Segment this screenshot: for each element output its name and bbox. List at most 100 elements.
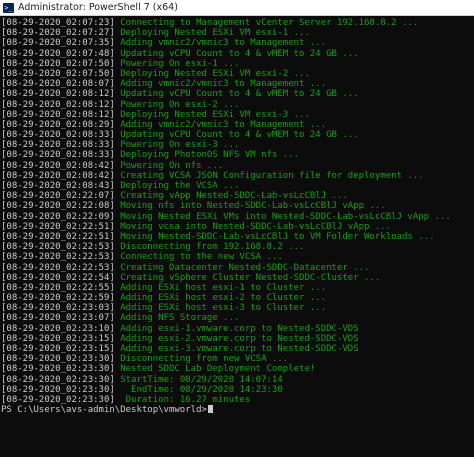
log-message: Adding vmnic2/vmnic3 to Management ... <box>120 79 327 90</box>
log-timestamp: [08-29-2020_02:23:15] <box>1 344 115 354</box>
log-timestamp: [08-29-2020_02:22:08] <box>1 201 115 212</box>
log-line: [08-29-2020_02:08:12] Powering On esxi-2… <box>1 100 474 110</box>
log-message: Powering On esxi-3 ... <box>120 140 240 151</box>
log-message: Disconnecting from new VCSA ... <box>120 354 289 365</box>
log-message: Updating vCPU Count to 4 & vMEM to 24 GB… <box>120 48 359 59</box>
log-message: Moving Nested-SDDC-Lab-vsLcCBlJ to VM Fo… <box>120 231 435 242</box>
log-timestamp: [08-29-2020_02:07:23] <box>1 18 115 28</box>
log-timestamp: [08-29-2020_02:23:15] <box>1 333 115 344</box>
log-timestamp: [08-29-2020_02:07:50] <box>1 58 115 69</box>
log-line: [08-29-2020_02:22:55] Adding ESXi host e… <box>1 283 474 293</box>
log-line: [08-29-2020_02:08:33] Deploying PhotonOS… <box>1 150 474 160</box>
log-message: Adding esxi-2.vmware.corp to Nested-SDDC… <box>120 333 359 344</box>
log-timestamp: [08-29-2020_02:23:30] <box>1 374 115 385</box>
log-message: Adding vmnic2/vmnic3 to Management ... <box>120 38 327 49</box>
log-timestamp: [08-29-2020_02:23:30] <box>1 384 115 395</box>
log-line: [08-29-2020_02:22:08] Moving nfs into Ne… <box>1 201 474 211</box>
log-timestamp: [08-29-2020_02:08:12] <box>1 89 115 100</box>
log-timestamp: [08-29-2020_02:22:53] <box>1 262 115 273</box>
log-timestamp: [08-29-2020_02:22:53] <box>1 242 115 253</box>
log-line: [08-29-2020_02:08:43] Deploying the VCSA… <box>1 181 474 191</box>
log-message: Deploying the VCSA ... <box>120 181 240 191</box>
log-timestamp: [08-29-2020_02:08:29] <box>1 119 115 130</box>
log-line: [08-29-2020_02:23:30] StartTime: 08/29/2… <box>1 375 474 385</box>
log-timestamp: [08-29-2020_02:22:53] <box>1 252 115 263</box>
log-message: Moving Nested ESXi VMs into Nested-SDDC-… <box>120 211 451 222</box>
log-line: [08-29-2020_02:22:09] Moving Nested ESXi… <box>1 212 474 222</box>
log-timestamp: [08-29-2020_02:08:43] <box>1 181 115 191</box>
log-message: Adding esxi-3.vmware.corp to Nested-SDDC… <box>120 344 359 354</box>
log-timestamp: [08-29-2020_02:22:59] <box>1 293 115 304</box>
powershell-icon: >_ <box>3 2 14 13</box>
log-message: StartTime: 08/29/2020 14:07:14 <box>120 374 283 385</box>
log-timestamp: [08-29-2020_02:07:48] <box>1 48 115 59</box>
command-prompt: PS C:\Users\avs-admin\Desktop\vmworld> <box>1 405 207 416</box>
log-timestamp: [08-29-2020_02:23:10] <box>1 323 115 334</box>
log-message: Connecting to Management vCenter Server … <box>120 18 419 28</box>
log-line: [08-29-2020_02:08:42] Creating VCSA JSON… <box>1 171 474 181</box>
log-line: [08-29-2020_02:22:59] Adding ESXi host e… <box>1 293 474 303</box>
log-timestamp: [08-29-2020_02:23:03] <box>1 303 115 314</box>
log-line: [08-29-2020_02:07:23] Connecting to Mana… <box>1 18 474 28</box>
log-timestamp: [08-29-2020_02:07:27] <box>1 28 115 39</box>
log-timestamp: [08-29-2020_02:08:42] <box>1 170 115 181</box>
log-timestamp: [08-29-2020_02:22:07] <box>1 191 115 202</box>
log-message: Creating Datacenter Nested-SDDC-Datacent… <box>120 262 370 273</box>
log-message: Disconnecting from 192.168.8.2 ... <box>120 242 305 253</box>
prompt-line[interactable]: PS C:\Users\avs-admin\Desktop\vmworld> <box>1 405 474 415</box>
log-message: EndTime: 08/29/2020 14:23:30 <box>120 384 283 395</box>
log-message: Duration: 16.27 minutes <box>120 394 251 405</box>
log-timestamp: [08-29-2020_02:22:09] <box>1 211 115 222</box>
log-timestamp: [08-29-2020_02:08:12] <box>1 109 115 120</box>
log-line: [08-29-2020_02:23:07] Adding NFS Storage… <box>1 313 474 323</box>
log-line: [08-29-2020_02:08:07] Adding vmnic2/vmni… <box>1 79 474 89</box>
log-message: Nested SDDC Lab Deployment Complete! <box>120 364 316 375</box>
log-timestamp: [08-29-2020_02:22:54] <box>1 272 115 283</box>
log-line: [08-29-2020_02:23:30] Duration: 16.27 mi… <box>1 395 474 405</box>
log-timestamp: [08-29-2020_02:22:55] <box>1 282 115 293</box>
window-title: Administrator: PowerShell 7 (x64) <box>18 2 178 13</box>
log-timestamp: [08-29-2020_02:07:35] <box>1 38 115 49</box>
log-timestamp: [08-29-2020_02:23:07] <box>1 313 115 324</box>
log-timestamp: [08-29-2020_02:07:50] <box>1 68 115 79</box>
log-message: Deploying PhotonOS NFS VM nfs ... <box>120 150 300 161</box>
log-message: Updating vCPU Count to 4 & vMEM to 24 GB… <box>120 130 359 141</box>
log-line: [08-29-2020_02:22:53] Creating Datacente… <box>1 263 474 273</box>
log-message: Connecting to the new VCSA ... <box>120 252 283 263</box>
log-message: Deploying Nested ESXi VM esxi-3 ... <box>120 109 310 120</box>
log-message: Updating vCPU Count to 4 & vMEM to 24 GB… <box>120 89 359 100</box>
log-timestamp: [08-29-2020_02:23:30] <box>1 354 115 365</box>
log-message: Adding esxi-1.vmware.corp to Nested-SDDC… <box>120 323 359 334</box>
text-cursor <box>207 405 213 414</box>
log-line: [08-29-2020_02:23:30] EndTime: 08/29/202… <box>1 385 474 395</box>
log-line: [08-29-2020_02:08:42] Powering On nfs ..… <box>1 161 474 171</box>
log-line: [08-29-2020_02:22:54] Creating vSphere C… <box>1 273 474 283</box>
log-line: [08-29-2020_02:23:15] Adding esxi-2.vmwa… <box>1 334 474 344</box>
log-line: [08-29-2020_02:07:27] Deploying Nested E… <box>1 28 474 38</box>
console-output[interactable]: [08-29-2020_02:07:23] Connecting to Mana… <box>0 16 474 457</box>
log-message: Creating vApp Nested-SDDC-Lab-vsLcCBlJ .… <box>120 191 348 202</box>
log-message: Adding vmnic2/vmnic3 to Management ... <box>120 119 327 130</box>
log-line: [08-29-2020_02:23:30] Nested SDDC Lab De… <box>1 364 474 374</box>
log-timestamp: [08-29-2020_02:23:30] <box>1 394 115 405</box>
title-bar[interactable]: >_ Administrator: PowerShell 7 (x64) <box>0 0 474 16</box>
log-line: [08-29-2020_02:07:35] Adding vmnic2/vmni… <box>1 38 474 48</box>
log-line: [08-29-2020_02:08:12] Updating vCPU Coun… <box>1 89 474 99</box>
log-line: [08-29-2020_02:08:12] Deploying Nested E… <box>1 110 474 120</box>
log-line: [08-29-2020_02:08:33] Updating vCPU Coun… <box>1 130 474 140</box>
log-message: Deploying Nested ESXi VM esxi-2 ... <box>120 68 310 79</box>
log-line: [08-29-2020_02:23:03] Adding ESXi host e… <box>1 303 474 313</box>
log-line: [08-29-2020_02:23:10] Adding esxi-1.vmwa… <box>1 324 474 334</box>
log-timestamp: [08-29-2020_02:08:33] <box>1 130 115 141</box>
log-line: [08-29-2020_02:22:07] Creating vApp Nest… <box>1 191 474 201</box>
log-message: Creating VCSA JSON Configuration file fo… <box>120 170 424 181</box>
log-line: [08-29-2020_02:22:51] Moving vcsa into N… <box>1 222 474 232</box>
log-message: Moving nfs into Nested-SDDC-Lab-vsLcCBlJ… <box>120 201 386 212</box>
log-timestamp: [08-29-2020_02:08:07] <box>1 79 115 90</box>
log-message: Creating vSphere Cluster Nested-SDDC-Clu… <box>120 272 381 283</box>
log-timestamp: [08-29-2020_02:22:51] <box>1 221 115 232</box>
log-message: Adding ESXi host esxi-1 to Cluster ... <box>120 282 327 293</box>
log-message: Powering On esxi-2 ... <box>120 99 240 110</box>
log-timestamp: [08-29-2020_02:08:12] <box>1 99 115 110</box>
powershell-window: >_ Administrator: PowerShell 7 (x64) [08… <box>0 0 474 457</box>
